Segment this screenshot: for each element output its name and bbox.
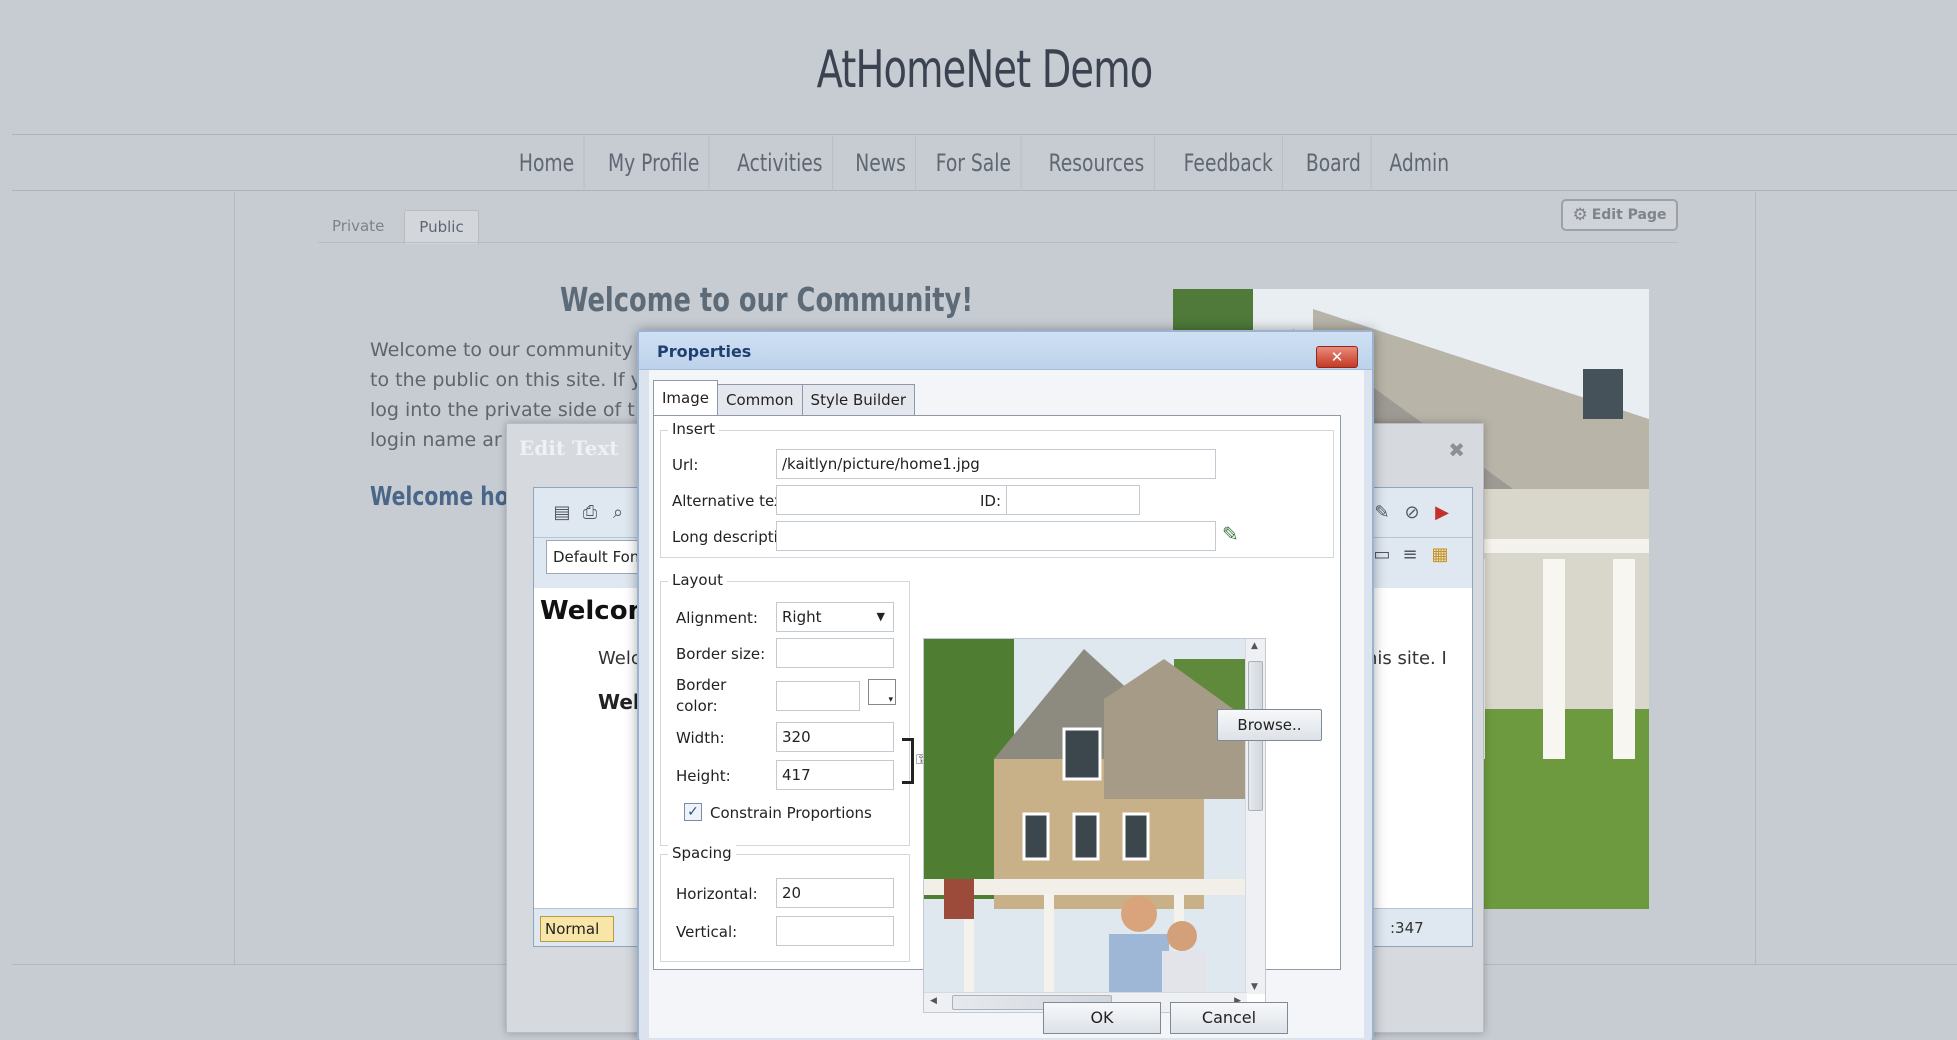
width-input[interactable]: 320 <box>776 722 894 752</box>
horizontal-input[interactable]: 20 <box>776 878 894 908</box>
vertical-label: Vertical: <box>676 923 738 941</box>
image-tab-panel: Insert Url: /kaitlyn/picture/home1.jpg A… <box>653 415 1341 1013</box>
dialog-close-button[interactable]: ✕ <box>1316 346 1358 368</box>
editor-text-line: Wel <box>598 690 640 714</box>
editor-text-line: Welc <box>598 648 641 669</box>
proportion-bracket <box>902 738 914 784</box>
constrain-checkbox[interactable]: ✓ <box>684 803 702 821</box>
tab-private[interactable]: Private <box>318 210 398 244</box>
tab-common[interactable]: Common <box>716 384 803 416</box>
url-input[interactable]: /kaitlyn/picture/home1.jpg <box>776 449 1216 479</box>
brush-icon[interactable]: ✎ <box>1222 522 1239 546</box>
edit-page-label: Edit Page <box>1591 207 1667 223</box>
constrain-label: Constrain Proportions <box>710 804 872 822</box>
tab-image[interactable]: Image <box>653 380 718 416</box>
insert-legend: Insert <box>668 420 720 438</box>
nav-home[interactable]: Home <box>510 135 585 191</box>
tab-style-builder[interactable]: Style Builder <box>801 384 916 416</box>
nav-admin[interactable]: Admin <box>1380 136 1458 191</box>
preview-house-image <box>924 639 1247 994</box>
cancel-button[interactable]: Cancel <box>1170 1002 1288 1034</box>
preview-vertical-scrollbar[interactable]: ▲ ▼ <box>1245 639 1265 994</box>
border-size-input[interactable] <box>776 638 894 668</box>
flash-icon[interactable]: ⊘ <box>1400 501 1424 525</box>
welcome-heading: Welcome to our Community! <box>560 280 974 319</box>
border-color-label-line: color: <box>676 697 718 715</box>
color-picker-button[interactable]: ▾ <box>868 679 896 705</box>
height-label: Height: <box>676 767 731 785</box>
tabs-divider <box>318 242 1678 243</box>
nav-feedback[interactable]: Feedback <box>1174 135 1283 191</box>
dialog-titlebar[interactable]: Properties ✕ <box>639 332 1372 370</box>
gear-icon: ⚙ <box>1572 205 1588 225</box>
border-color-input[interactable] <box>776 681 860 711</box>
id-input[interactable] <box>1006 485 1140 515</box>
close-icon[interactable]: ✖ <box>1448 438 1465 462</box>
editor-size-readout: :347 <box>1390 919 1424 937</box>
site-header: AtHomeNet Demo <box>12 0 1957 135</box>
nav-my-profile[interactable]: My Profile <box>599 135 710 191</box>
browse-button[interactable]: Browse.. <box>1217 709 1322 741</box>
ok-button[interactable]: OK <box>1043 1002 1161 1034</box>
welcome-line: to the public on this site. If y <box>370 369 640 391</box>
nav-news[interactable]: News <box>846 135 916 191</box>
youtube-icon[interactable]: ▶ <box>1430 501 1454 525</box>
editor-text-fragment: his site. I <box>1366 648 1447 669</box>
find-icon[interactable]: ⌕ <box>606 501 630 525</box>
align-icon[interactable]: ≡ <box>1398 543 1422 567</box>
width-label: Width: <box>676 729 725 747</box>
image-preview: ▲ ▼ ◀ ▶ <box>923 638 1266 1013</box>
nav-for-sale[interactable]: For Sale <box>927 135 1022 191</box>
page-tabs: Private Public <box>318 210 485 244</box>
border-size-label: Border size: <box>676 645 766 663</box>
dialog-tab-strip: Image Common Style Builder <box>653 380 916 416</box>
spacing-legend: Spacing <box>668 844 736 862</box>
chevron-down-icon: ▼ <box>876 610 885 623</box>
id-label: ID: <box>980 492 1002 510</box>
url-label: Url: <box>672 456 699 474</box>
nav-board[interactable]: Board <box>1296 135 1371 191</box>
alignment-value: Right <box>782 608 822 626</box>
tab-public[interactable]: Public <box>404 210 479 244</box>
normal-mode-button[interactable]: Normal <box>540 916 614 942</box>
layout-legend: Layout <box>668 571 727 589</box>
border-color-label: Border color: <box>676 675 726 717</box>
nav-resources[interactable]: Resources <box>1039 135 1155 191</box>
paste-icon[interactable]: ▤ <box>550 501 574 525</box>
alignment-select[interactable]: Right ▼ <box>776 602 894 632</box>
grid-icon[interactable]: ▦ <box>1428 543 1452 567</box>
properties-dialog: Properties ✕ Image Common Style Builder … <box>637 330 1374 1040</box>
font-select[interactable]: Default Fon <box>546 540 646 574</box>
edit-text-title: Edit Text <box>519 436 619 460</box>
alignment-label: Alignment: <box>676 609 758 627</box>
height-input[interactable]: 417 <box>776 760 894 790</box>
welcome-line: Welcome to our community <box>370 339 633 361</box>
horizontal-label: Horizontal: <box>676 885 758 903</box>
edit-page-button[interactable]: ⚙ Edit Page <box>1561 199 1678 231</box>
long-description-input[interactable] <box>776 521 1216 551</box>
main-nav: Home My Profile Activities News For Sale… <box>12 135 1957 191</box>
vertical-input[interactable] <box>776 916 894 946</box>
border-color-label-line: Border <box>676 676 727 694</box>
welcome-line: log into the private side of t <box>370 399 635 421</box>
dialog-title: Properties <box>657 342 752 361</box>
site-title: AtHomeNet Demo <box>816 40 1154 100</box>
print-icon[interactable]: ⎙ <box>578 501 602 525</box>
nav-activities[interactable]: Activities <box>728 135 833 191</box>
